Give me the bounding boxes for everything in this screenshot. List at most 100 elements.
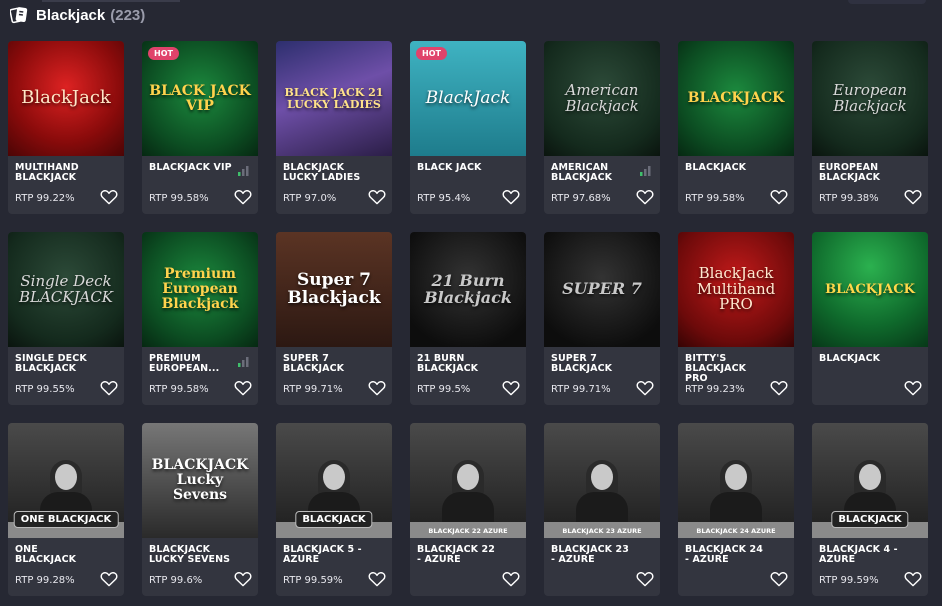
game-thumbnail[interactable]: BLACK JACK 21 LUCKY LADIES — [276, 41, 392, 156]
top-right-tab — [848, 0, 926, 4]
heart-icon[interactable] — [502, 189, 520, 205]
game-rtp: RTP 99.55% — [15, 384, 75, 395]
heart-icon[interactable] — [368, 380, 386, 396]
game-art-label: BLACKJACK 22 AZURE — [428, 527, 508, 535]
game-art-title: European Blackjack — [833, 80, 907, 115]
heart-icon[interactable] — [234, 189, 252, 205]
game-art-title: Single Deck BLACKJACK — [18, 271, 114, 306]
game-thumbnail[interactable]: BlackJack — [8, 41, 124, 156]
signal-bars-icon — [238, 166, 249, 176]
game-card[interactable]: 21 Burn Blackjack 21 BURN BLACKJACK RTP 99… — [410, 232, 526, 405]
game-rtp: RTP 97.0% — [283, 193, 337, 204]
game-thumbnail[interactable]: SUPER 7 — [544, 232, 660, 347]
game-card[interactable]: European Blackjack EUROPEAN BLACKJACK RTP … — [812, 41, 928, 214]
heart-icon[interactable] — [636, 189, 654, 205]
game-card[interactable]: BLACKJACK BLACKJACK RTP 99.58% — [678, 41, 794, 214]
game-card[interactable]: Single Deck BLACKJACK SINGLE DECK BLACKJA… — [8, 232, 124, 405]
category-header: Blackjack (223) — [10, 4, 145, 26]
game-card[interactable]: Super 7 Blackjack SUPER 7 BLACKJACK RTP 99… — [276, 232, 392, 405]
game-rtp: RTP 99.58% — [685, 193, 745, 204]
heart-icon[interactable] — [770, 189, 788, 205]
game-thumbnail[interactable]: BLACKJACK 23 AZURE — [544, 423, 660, 538]
heart-icon[interactable] — [100, 380, 118, 396]
game-thumbnail[interactable]: European Blackjack — [812, 41, 928, 156]
hot-badge: HOT — [416, 47, 447, 60]
game-thumbnail[interactable]: BlackJack HOT — [410, 41, 526, 156]
game-thumbnail[interactable]: BLACKJACK — [678, 41, 794, 156]
game-info: SUPER 7 BLACKJACK RTP 99.71% — [544, 347, 660, 405]
game-info: ONE BLACKJACK RTP 99.28% — [8, 538, 124, 596]
game-card[interactable]: BlackJack MULTIHAND BLACKJACK RTP 99.22% — [8, 41, 124, 214]
game-card[interactable]: BLACKJACK BLACKJACK 5 - AZURE RTP 99.59% — [276, 423, 392, 596]
game-thumbnail[interactable]: 21 Burn Blackjack — [410, 232, 526, 347]
game-thumbnail[interactable]: BLACKJACK 22 AZURE — [410, 423, 526, 538]
game-card[interactable]: SUPER 7 SUPER 7 BLACKJACK RTP 99.71% — [544, 232, 660, 405]
heart-icon[interactable] — [636, 571, 654, 587]
heart-icon[interactable] — [368, 571, 386, 587]
game-info: BLACKJACK VIP RTP 99.58% — [142, 156, 258, 214]
game-thumbnail[interactable]: BLACKJACK — [276, 423, 392, 538]
game-card[interactable]: BLACKJACK 24 AZURE BLACKJACK 24 - AZURE — [678, 423, 794, 596]
game-rtp: RTP 99.71% — [551, 384, 611, 395]
game-thumbnail[interactable]: BLACK JACK VIP HOT — [142, 41, 258, 156]
game-art-label: BLACKJACK 24 AZURE — [696, 527, 776, 535]
game-art-label: BLACKJACK — [831, 511, 909, 528]
game-info: AMERICAN BLACKJACK RTP 97.68% — [544, 156, 660, 214]
heart-icon[interactable] — [100, 571, 118, 587]
game-card[interactable]: BlackJack Multihand PRO BITTY'S BLACKJACK… — [678, 232, 794, 405]
game-card[interactable]: Premium European Blackjack PREMIUM EUROPE… — [142, 232, 258, 405]
signal-bars-icon — [640, 166, 651, 176]
game-art-title: BlackJack — [21, 87, 111, 109]
game-art-label: BLACKJACK — [295, 511, 373, 528]
game-art-title: SUPER 7 — [562, 279, 642, 299]
game-info: MULTIHAND BLACKJACK RTP 99.22% — [8, 156, 124, 214]
game-thumbnail[interactable]: Single Deck BLACKJACK — [8, 232, 124, 347]
game-card[interactable]: BLACKJACK 23 AZURE BLACKJACK 23 - AZURE — [544, 423, 660, 596]
heart-icon[interactable] — [904, 571, 922, 587]
game-card[interactable]: BlackJack HOT BLACK JACK RTP 95.4% — [410, 41, 526, 214]
game-info: BLACKJACK — [812, 347, 928, 405]
game-card[interactable]: BLACK JACK VIP HOT BLACKJACK VIP RTP 99.58% — [142, 41, 258, 214]
game-card[interactable]: BLACK JACK 21 LUCKY LADIES BLACKJACK LUCK… — [276, 41, 392, 214]
game-rtp: RTP 99.58% — [149, 384, 209, 395]
heart-icon[interactable] — [234, 380, 252, 396]
game-card[interactable]: ONE BLACKJACK ONE BLACKJACK RTP 99.28% — [8, 423, 124, 596]
game-thumbnail[interactable]: BlackJack Multihand PRO — [678, 232, 794, 347]
game-card[interactable]: American Blackjack AMERICAN BLACKJACK RTP … — [544, 41, 660, 214]
heart-icon[interactable] — [636, 380, 654, 396]
game-thumbnail[interactable]: American Blackjack — [544, 41, 660, 156]
game-card[interactable]: BLACKJACK Lucky Sevens BLACKJACK LUCKY SE… — [142, 423, 258, 596]
heart-icon[interactable] — [502, 380, 520, 396]
heart-icon[interactable] — [368, 189, 386, 205]
heart-icon[interactable] — [770, 380, 788, 396]
game-rtp: RTP 97.68% — [551, 193, 611, 204]
game-info: BLACKJACK 23 - AZURE — [544, 538, 660, 596]
game-art-title: BLACK JACK VIP — [149, 82, 251, 114]
game-card[interactable]: BLACKJACK BLACKJACK 4 - AZURE RTP 99.59% — [812, 423, 928, 596]
game-name: BLACKJACK — [819, 353, 881, 364]
game-name: MULTIHAND BLACKJACK — [15, 162, 79, 183]
game-rtp: RTP 99.23% — [685, 384, 745, 395]
heart-icon[interactable] — [234, 571, 252, 587]
game-art-title: BLACK JACK 21 LUCKY LADIES — [284, 85, 384, 111]
game-thumbnail[interactable]: BLACKJACK — [812, 232, 928, 347]
game-thumbnail[interactable]: BLACKJACK 24 AZURE — [678, 423, 794, 538]
game-card[interactable]: BLACKJACK 22 AZURE BLACKJACK 22 - AZURE — [410, 423, 526, 596]
game-thumbnail[interactable]: Premium European Blackjack — [142, 232, 258, 347]
game-name: BLACKJACK 24 - AZURE — [685, 544, 763, 565]
heart-icon[interactable] — [502, 571, 520, 587]
heart-icon[interactable] — [904, 380, 922, 396]
game-thumbnail[interactable]: Super 7 Blackjack — [276, 232, 392, 347]
signal-bars-icon — [238, 357, 249, 367]
game-info: BLACKJACK 24 - AZURE — [678, 538, 794, 596]
game-info: BLACK JACK RTP 95.4% — [410, 156, 526, 214]
heart-icon[interactable] — [904, 189, 922, 205]
game-thumbnail[interactable]: ONE BLACKJACK — [8, 423, 124, 538]
heart-icon[interactable] — [770, 571, 788, 587]
category-count: (223) — [110, 6, 146, 24]
game-info: BLACKJACK 5 - AZURE RTP 99.59% — [276, 538, 392, 596]
heart-icon[interactable] — [100, 189, 118, 205]
game-thumbnail[interactable]: BLACKJACK — [812, 423, 928, 538]
game-thumbnail[interactable]: BLACKJACK Lucky Sevens — [142, 423, 258, 538]
game-card[interactable]: BLACKJACK BLACKJACK — [812, 232, 928, 405]
